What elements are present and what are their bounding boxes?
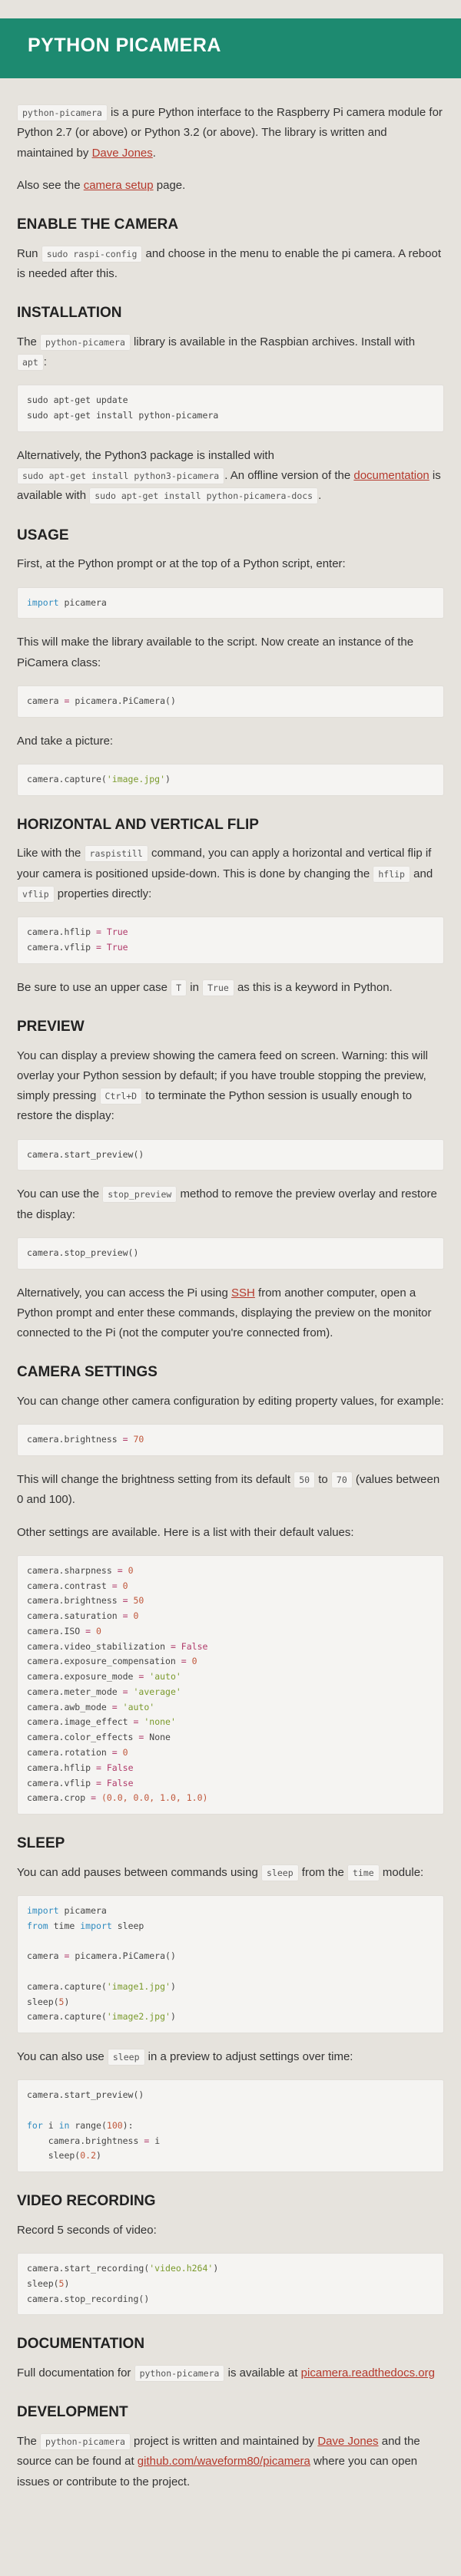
settings-list-line: camera.exposure_mode = 'auto' — [27, 1671, 181, 1683]
install-python3-paragraph: Alternatively, the Python3 package is in… — [17, 446, 444, 507]
usage-paragraph-2: This will make the library available to … — [17, 636, 414, 669]
setup-paragraph: Also see the camera setup page. — [17, 178, 186, 192]
inline-code: stop_preview — [102, 1186, 177, 1204]
settings-list-line: camera.image_effect = 'none' — [27, 1716, 176, 1728]
inline-code: time — [347, 1864, 380, 1881]
inline-code: sleep — [261, 1864, 299, 1881]
intro-paragraph: python-picamera is a pure Python interfa… — [17, 104, 443, 160]
inline-code: python-picamera — [17, 104, 108, 121]
author-link[interactable]: Dave Jones — [92, 147, 153, 160]
inline-code: apt — [17, 354, 44, 372]
section-heading-installation: INSTALLATION — [17, 305, 122, 322]
inline-code: hflip — [373, 865, 410, 883]
code-block-stop-preview: camera.stop_preview() — [17, 1237, 444, 1270]
inline-code: vflip — [17, 885, 55, 903]
code-block-sleep-loop: camera.start_preview() for i in range(10… — [17, 2079, 444, 2173]
inline-code: 70 — [330, 1471, 353, 1489]
usage-paragraph-1: First, at the Python prompt or at the to… — [17, 557, 346, 571]
inline-code: sudo apt-get install python3-picamera — [17, 467, 225, 485]
section-heading-settings: CAMERA SETTINGS — [17, 1364, 158, 1381]
enable-paragraph: Run sudo raspi-config and choose in the … — [17, 245, 441, 280]
code-block-video: camera.start_recording('video.h264') sle… — [17, 2253, 444, 2316]
install-paragraph: The python-picamera library is available… — [17, 332, 444, 373]
sleep-paragraph-1: You can add pauses between commands usin… — [17, 1863, 444, 1883]
settings-list-line: camera.sharpness = 0 — [27, 1564, 134, 1576]
inline-code: python-picamera — [40, 2433, 131, 2451]
settings-list-line: camera.vflip = False — [27, 1777, 134, 1788]
settings-list-line: camera.meter_mode = 'average' — [27, 1686, 181, 1697]
docs-paragraph: Full documentation for python-picamera i… — [17, 2363, 444, 2383]
settings-list-line: camera.saturation = 0 — [27, 1610, 139, 1622]
inline-code: sleep — [107, 2049, 145, 2066]
section-heading-video: VIDEO RECORDING — [17, 2193, 156, 2210]
settings-list-line: camera.contrast = 0 — [27, 1580, 128, 1591]
settings-list-line: camera.video_stabilization = False — [27, 1640, 208, 1652]
inline-code: Ctrl+D — [99, 1088, 143, 1105]
inline-code: True — [202, 979, 234, 996]
inline-code: python-picamera — [134, 2365, 225, 2383]
video-paragraph: Record 5 seconds of video: — [17, 2223, 157, 2237]
inline-code: raspistill — [84, 845, 148, 863]
section-heading-flip: HORIZONTAL AND VERTICAL FLIP — [17, 816, 259, 833]
settings-list-line: camera.color_effects = None — [27, 1732, 171, 1743]
flip-paragraph: Like with the raspistill command, you ca… — [17, 844, 444, 904]
inline-code: T — [171, 979, 187, 996]
sleep-paragraph-2: You can also use sleep in a preview to a… — [17, 2047, 444, 2067]
inline-code: sudo apt-get install python-picamera-doc… — [89, 487, 319, 505]
page-header: PYTHON PICAMERA — [0, 18, 461, 78]
code-block-instance: camera = picamera.PiCamera() — [17, 685, 444, 718]
settings-list-line: camera.hflip = False — [27, 1762, 134, 1773]
code-block-capture: camera.capture('image.jpg') — [17, 763, 444, 796]
inline-code: 50 — [294, 1471, 316, 1489]
author-link-2[interactable]: Dave Jones — [317, 2435, 378, 2448]
code-block-settings-list: camera.sharpness = 0 camera.contrast = 0… — [17, 1554, 444, 1815]
camera-setup-link[interactable]: camera setup — [84, 179, 154, 192]
section-heading-sleep: SLEEP — [17, 1835, 65, 1852]
code-block-brightness: camera.brightness = 70 — [17, 1424, 444, 1457]
readthedocs-link[interactable]: picamera.readthedocs.org — [301, 2366, 435, 2379]
section-heading-development: DEVELOPMENT — [17, 2404, 128, 2421]
code-block-sleep: import picamera from time import sleep c… — [17, 1894, 444, 2034]
ssh-link[interactable]: SSH — [231, 1286, 255, 1300]
usage-paragraph-3: And take a picture: — [17, 734, 114, 748]
github-link[interactable]: github.com/waveform80/picamera — [138, 2455, 310, 2468]
settings-paragraph-2: This will change the brightness setting … — [17, 1471, 440, 1507]
code-block-install: sudo apt-get update sudo apt-get install… — [17, 385, 444, 432]
settings-list-line: camera.ISO = 0 — [27, 1625, 101, 1636]
settings-list-line: camera.brightness = 50 — [27, 1595, 144, 1607]
settings-list-line: camera.awb_mode = 'auto' — [27, 1701, 155, 1712]
settings-list-line: camera.rotation = 0 — [27, 1746, 128, 1758]
dev-paragraph: The python-picamera project is written a… — [17, 2433, 420, 2488]
inline-code: python-picamera — [40, 333, 131, 351]
flip-note-paragraph: Be sure to use an upper case T in True a… — [17, 978, 444, 998]
preview-paragraph-3: Alternatively, you can access the Pi usi… — [17, 1286, 432, 1340]
section-heading-documentation: DOCUMENTATION — [17, 2336, 145, 2353]
code-block-flip: camera.hflip = True camera.vflip = True — [17, 916, 444, 964]
section-heading-enable: ENABLE THE CAMERA — [17, 216, 179, 233]
settings-paragraph-3: Other settings are available. Here is a … — [17, 1525, 354, 1539]
preview-paragraph-1: You can display a preview showing the ca… — [17, 1049, 429, 1123]
inline-code: sudo raspi-config — [41, 245, 143, 263]
code-block-start-preview: camera.start_preview() — [17, 1138, 444, 1171]
page-title: PYTHON PICAMERA — [28, 35, 221, 56]
article-content: python-picamera is a pure Python interfa… — [0, 78, 461, 2535]
settings-list-line: camera.crop = (0.0, 0.0, 1.0, 1.0) — [27, 1792, 208, 1804]
settings-list-line: camera.exposure_compensation = 0 — [27, 1656, 197, 1667]
section-heading-usage: USAGE — [17, 527, 69, 543]
section-heading-preview: PREVIEW — [17, 1018, 85, 1035]
code-block-import: import picamera — [17, 586, 444, 619]
documentation-link[interactable]: documentation — [353, 469, 429, 482]
preview-paragraph-2: You can use the stop_preview method to r… — [17, 1186, 437, 1221]
settings-paragraph-1: You can change other camera configuratio… — [17, 1395, 444, 1409]
